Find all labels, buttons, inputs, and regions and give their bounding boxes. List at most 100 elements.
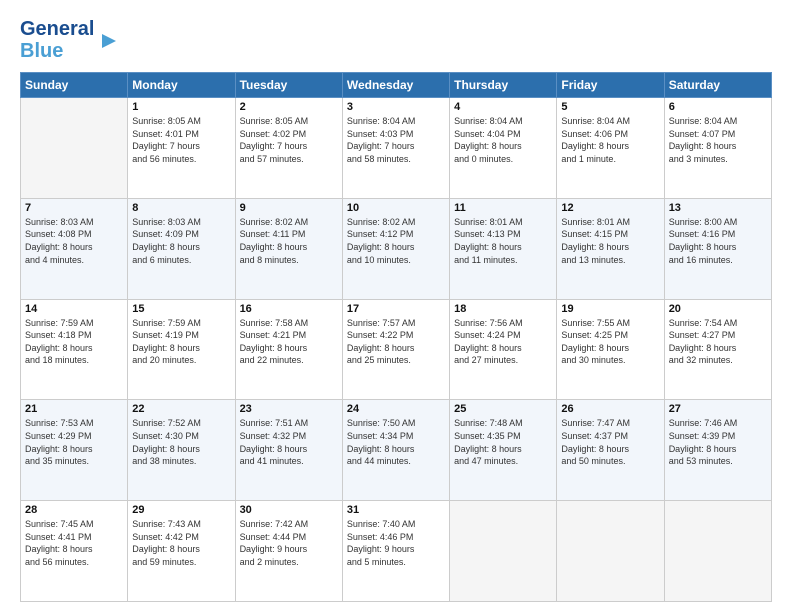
weekday-header-monday: Monday — [128, 73, 235, 98]
day-number: 27 — [669, 403, 767, 415]
day-info: Sunrise: 8:00 AM Sunset: 4:16 PM Dayligh… — [669, 216, 767, 266]
calendar-cell: 9 Sunrise: 8:02 AM Sunset: 4:11 PM Daylig… — [235, 198, 342, 299]
day-number: 7 — [25, 202, 123, 214]
weekday-header-thursday: Thursday — [450, 73, 557, 98]
calendar-header-row: SundayMondayTuesdayWednesdayThursdayFrid… — [21, 73, 772, 98]
calendar-cell: 22Sunrise: 7:52 AM Sunset: 4:30 PM Dayli… — [128, 400, 235, 501]
day-info: Sunrise: 7:47 AM Sunset: 4:37 PM Dayligh… — [561, 417, 659, 467]
day-info: Sunrise: 7:45 AM Sunset: 4:41 PM Dayligh… — [25, 518, 123, 568]
calendar-cell: 15Sunrise: 7:59 AM Sunset: 4:19 PM Dayli… — [128, 299, 235, 400]
day-info: Sunrise: 7:57 AM Sunset: 4:22 PM Dayligh… — [347, 317, 445, 367]
calendar-week-row: 21Sunrise: 7:53 AM Sunset: 4:29 PM Dayli… — [21, 400, 772, 501]
day-info: Sunrise: 8:04 AM Sunset: 4:06 PM Dayligh… — [561, 115, 659, 165]
day-number: 24 — [347, 403, 445, 415]
logo-text: GeneralBlue — [20, 18, 94, 62]
weekday-header-friday: Friday — [557, 73, 664, 98]
calendar-cell: 31 Sunrise: 7:40 AM Sunset: 4:46 PM Dayli… — [342, 501, 449, 602]
day-info: Sunrise: 8:04 AM Sunset: 4:07 PM Dayligh… — [669, 115, 767, 165]
calendar-cell: 5Sunrise: 8:04 AM Sunset: 4:06 PM Daylig… — [557, 98, 664, 199]
day-number: 20 — [669, 303, 767, 315]
day-info: Sunrise: 8:03 AM Sunset: 4:09 PM Dayligh… — [132, 216, 230, 266]
day-number: 30 — [240, 504, 338, 516]
day-number: 6 — [669, 101, 767, 113]
day-number: 28 — [25, 504, 123, 516]
calendar-cell: 26 Sunrise: 7:47 AM Sunset: 4:37 PM Dayli… — [557, 400, 664, 501]
calendar-cell — [557, 501, 664, 602]
day-info: Sunrise: 7:58 AM Sunset: 4:21 PM Dayligh… — [240, 317, 338, 367]
day-info: Sunrise: 7:53 AM Sunset: 4:29 PM Dayligh… — [25, 417, 123, 467]
calendar-cell: 12Sunrise: 8:01 AM Sunset: 4:15 PM Dayli… — [557, 198, 664, 299]
day-number: 14 — [25, 303, 123, 315]
calendar-cell: 4Sunrise: 8:04 AM Sunset: 4:04 PM Daylig… — [450, 98, 557, 199]
weekday-header-saturday: Saturday — [664, 73, 771, 98]
calendar-cell: 30 Sunrise: 7:42 AM Sunset: 4:44 PM Dayli… — [235, 501, 342, 602]
calendar-cell: 14 Sunrise: 7:59 AM Sunset: 4:18 PM Dayli… — [21, 299, 128, 400]
day-info: Sunrise: 8:04 AM Sunset: 4:03 PM Dayligh… — [347, 115, 445, 165]
day-info: Sunrise: 7:51 AM Sunset: 4:32 PM Dayligh… — [240, 417, 338, 467]
day-number: 19 — [561, 303, 659, 315]
day-number: 8 — [132, 202, 230, 214]
calendar-week-row: 7 Sunrise: 8:03 AM Sunset: 4:08 PM Daylig… — [21, 198, 772, 299]
calendar-cell: 8 Sunrise: 8:03 AM Sunset: 4:09 PM Daylig… — [128, 198, 235, 299]
calendar-table: SundayMondayTuesdayWednesdayThursdayFrid… — [20, 72, 772, 602]
day-info: Sunrise: 8:05 AM Sunset: 4:01 PM Dayligh… — [132, 115, 230, 165]
day-info: Sunrise: 7:54 AM Sunset: 4:27 PM Dayligh… — [669, 317, 767, 367]
weekday-header-sunday: Sunday — [21, 73, 128, 98]
calendar-week-row: 14 Sunrise: 7:59 AM Sunset: 4:18 PM Dayli… — [21, 299, 772, 400]
day-number: 9 — [240, 202, 338, 214]
calendar-cell: 21Sunrise: 7:53 AM Sunset: 4:29 PM Dayli… — [21, 400, 128, 501]
day-info: Sunrise: 8:01 AM Sunset: 4:15 PM Dayligh… — [561, 216, 659, 266]
day-info: Sunrise: 8:01 AM Sunset: 4:13 PM Dayligh… — [454, 216, 552, 266]
day-info: Sunrise: 7:55 AM Sunset: 4:25 PM Dayligh… — [561, 317, 659, 367]
calendar-cell: 16Sunrise: 7:58 AM Sunset: 4:21 PM Dayli… — [235, 299, 342, 400]
calendar-cell — [664, 501, 771, 602]
calendar-cell: 25 Sunrise: 7:48 AM Sunset: 4:35 PM Dayli… — [450, 400, 557, 501]
calendar-cell: 10Sunrise: 8:02 AM Sunset: 4:12 PM Dayli… — [342, 198, 449, 299]
calendar-cell: 18Sunrise: 7:56 AM Sunset: 4:24 PM Dayli… — [450, 299, 557, 400]
day-info: Sunrise: 7:40 AM Sunset: 4:46 PM Dayligh… — [347, 518, 445, 568]
calendar-cell: 19 Sunrise: 7:55 AM Sunset: 4:25 PM Dayli… — [557, 299, 664, 400]
day-info: Sunrise: 7:48 AM Sunset: 4:35 PM Dayligh… — [454, 417, 552, 467]
day-info: Sunrise: 7:59 AM Sunset: 4:19 PM Dayligh… — [132, 317, 230, 367]
page: GeneralBlue SundayMondayTuesdayWednesday… — [0, 0, 792, 612]
day-number: 31 — [347, 504, 445, 516]
day-info: Sunrise: 7:59 AM Sunset: 4:18 PM Dayligh… — [25, 317, 123, 367]
calendar-cell: 17 Sunrise: 7:57 AM Sunset: 4:22 PM Dayli… — [342, 299, 449, 400]
calendar-cell: 28 Sunrise: 7:45 AM Sunset: 4:41 PM Dayli… — [21, 501, 128, 602]
calendar-cell: 24 Sunrise: 7:50 AM Sunset: 4:34 PM Dayli… — [342, 400, 449, 501]
day-info: Sunrise: 7:50 AM Sunset: 4:34 PM Dayligh… — [347, 417, 445, 467]
day-number: 17 — [347, 303, 445, 315]
day-number: 23 — [240, 403, 338, 415]
day-number: 22 — [132, 403, 230, 415]
day-number: 3 — [347, 101, 445, 113]
weekday-header-wednesday: Wednesday — [342, 73, 449, 98]
calendar-cell: 13Sunrise: 8:00 AM Sunset: 4:16 PM Dayli… — [664, 198, 771, 299]
day-info: Sunrise: 8:02 AM Sunset: 4:11 PM Dayligh… — [240, 216, 338, 266]
calendar-cell — [21, 98, 128, 199]
header: GeneralBlue — [20, 18, 772, 62]
day-info: Sunrise: 7:42 AM Sunset: 4:44 PM Dayligh… — [240, 518, 338, 568]
day-number: 11 — [454, 202, 552, 214]
day-number: 25 — [454, 403, 552, 415]
calendar-cell: 2 Sunrise: 8:05 AM Sunset: 4:02 PM Daylig… — [235, 98, 342, 199]
logo-arrow-icon — [98, 30, 120, 52]
day-info: Sunrise: 7:43 AM Sunset: 4:42 PM Dayligh… — [132, 518, 230, 568]
calendar-cell: 7 Sunrise: 8:03 AM Sunset: 4:08 PM Daylig… — [21, 198, 128, 299]
day-info: Sunrise: 7:46 AM Sunset: 4:39 PM Dayligh… — [669, 417, 767, 467]
day-info: Sunrise: 8:05 AM Sunset: 4:02 PM Dayligh… — [240, 115, 338, 165]
day-info: Sunrise: 7:56 AM Sunset: 4:24 PM Dayligh… — [454, 317, 552, 367]
weekday-header-tuesday: Tuesday — [235, 73, 342, 98]
calendar-week-row: 1 Sunrise: 8:05 AM Sunset: 4:01 PM Daylig… — [21, 98, 772, 199]
day-info: Sunrise: 8:02 AM Sunset: 4:12 PM Dayligh… — [347, 216, 445, 266]
calendar-cell — [450, 501, 557, 602]
logo-text-blue: Blue — [20, 40, 63, 62]
calendar-cell: 6 Sunrise: 8:04 AM Sunset: 4:07 PM Daylig… — [664, 98, 771, 199]
calendar-cell: 20 Sunrise: 7:54 AM Sunset: 4:27 PM Dayli… — [664, 299, 771, 400]
calendar-cell: 3 Sunrise: 8:04 AM Sunset: 4:03 PM Daylig… — [342, 98, 449, 199]
day-number: 2 — [240, 101, 338, 113]
day-number: 1 — [132, 101, 230, 113]
calendar-week-row: 28 Sunrise: 7:45 AM Sunset: 4:41 PM Dayli… — [21, 501, 772, 602]
day-info: Sunrise: 8:03 AM Sunset: 4:08 PM Dayligh… — [25, 216, 123, 266]
day-number: 29 — [132, 504, 230, 516]
day-number: 26 — [561, 403, 659, 415]
